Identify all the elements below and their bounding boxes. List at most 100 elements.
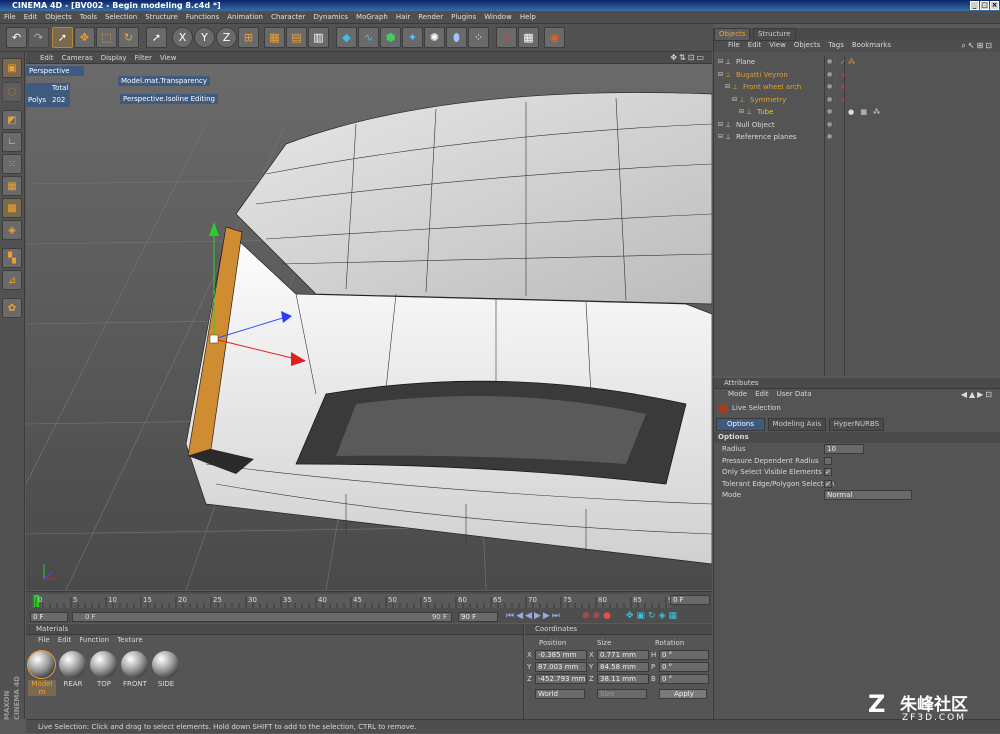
expand-icon[interactable]: ⊟ — [739, 106, 744, 118]
menu-mograph[interactable]: MoGraph — [352, 11, 392, 24]
menu-file[interactable]: File — [0, 11, 20, 24]
redo-icon[interactable]: ↷ — [28, 27, 49, 48]
undo-icon[interactable]: ↶ — [6, 27, 27, 48]
object-name[interactable]: Reference planes — [736, 131, 797, 143]
material-preview[interactable] — [28, 651, 55, 678]
materials-menu-function[interactable]: Function — [75, 635, 113, 646]
objects-menu-edit[interactable]: Edit — [744, 40, 766, 51]
visibility-dots-icon[interactable]: ● ⁚ — [827, 81, 836, 93]
mode-dropdown[interactable]: Normal — [824, 490, 912, 500]
attributes-menu-user-data[interactable]: User Data — [773, 389, 816, 400]
record-keys-icons[interactable]: ⊗⊛● — [582, 611, 614, 621]
visibility-dots-icon[interactable]: ● ⁚ — [827, 69, 836, 81]
tweak-mode-icon[interactable]: ◈ — [2, 220, 22, 240]
playback-controls[interactable]: ⏮◀◀▶▶⏭ — [506, 611, 562, 621]
web-icon[interactable]: ◉ — [544, 27, 565, 48]
size-field[interactable]: 84.58 mm — [597, 662, 649, 672]
apply-button[interactable]: Apply — [659, 689, 707, 699]
object-row[interactable]: ⊟ ⊥ Plane ● ⁚ ✓ ⁂ — [714, 56, 1000, 68]
rotation-field[interactable]: 0 ° — [659, 674, 709, 684]
menu-animation[interactable]: Animation — [223, 11, 267, 24]
layers-icon[interactable]: ▦ — [518, 27, 539, 48]
material-preview[interactable] — [121, 651, 148, 678]
minimize-button[interactable]: _ — [970, 1, 979, 10]
object-name[interactable]: Front wheel arch — [743, 81, 801, 93]
attribute-checkbox[interactable]: ✓ — [824, 479, 832, 488]
attributes-nav-icons[interactable]: ◀▲▶⊡ — [961, 390, 994, 399]
light-icon[interactable]: ⬮ — [446, 27, 467, 48]
objects-menu-bookmarks[interactable]: Bookmarks — [848, 40, 895, 51]
disabled-x-icon[interactable]: × — [840, 81, 846, 93]
viewport-menu-view[interactable]: View — [156, 52, 181, 64]
visibility-dots-icon[interactable]: ● ⁚ — [827, 56, 836, 68]
menu-render[interactable]: Render — [414, 11, 447, 24]
expand-icon[interactable]: ⊟ — [718, 119, 723, 131]
cube-icon[interactable]: ◆ — [336, 27, 357, 48]
objects-menu-view[interactable]: View — [765, 40, 790, 51]
particle-icon[interactable]: ⁘ — [468, 27, 489, 48]
viewport-scene[interactable] — [26, 64, 712, 590]
live-selection-icon[interactable]: ➚ — [52, 27, 73, 48]
last-tool-icon[interactable]: ➚ — [146, 27, 167, 48]
objects-menu-file[interactable]: File — [724, 40, 744, 51]
material-preview[interactable] — [152, 651, 179, 678]
frame-range-slider[interactable]: 0 F 90 F — [72, 612, 452, 622]
menu-dynamics[interactable]: Dynamics — [310, 11, 353, 24]
menu-character[interactable]: Character — [267, 11, 310, 24]
edges-mode-icon[interactable]: ▦ — [2, 176, 22, 196]
key-options-icons[interactable]: ✥▣↻◈▦ — [626, 611, 680, 621]
start-frame-field[interactable]: 0 F — [30, 612, 68, 622]
object-row[interactable]: ⊟ ⊥ Bugatti Veyron ● ⁚ × — [714, 69, 1000, 81]
object-mode-icon[interactable]: ⬡ — [2, 82, 22, 102]
object-name[interactable]: Plane — [736, 56, 755, 68]
material-preview[interactable] — [59, 651, 86, 678]
disabled-x-icon[interactable]: × — [840, 94, 846, 106]
move-icon[interactable]: ✥ — [74, 27, 95, 48]
menu-window[interactable]: Window — [480, 11, 516, 24]
menu-help[interactable]: Help — [516, 11, 540, 24]
snap-icon[interactable]: ▚ — [2, 248, 22, 268]
visibility-dots-icon[interactable]: ● ⁚ — [827, 106, 836, 118]
rotation-field[interactable]: 0 ° — [659, 650, 709, 660]
tab-options[interactable]: Options — [716, 418, 766, 431]
object-row[interactable]: ⊟ ⊥ Symmetry ● ⁚ × — [714, 94, 1000, 106]
materials-menu-edit[interactable]: Edit — [54, 635, 76, 646]
tab-hypernurbs[interactable]: HyperNURBS — [828, 418, 885, 431]
viewport-menu-edit[interactable]: Edit — [36, 52, 58, 64]
workplane-icon[interactable]: ⊿ — [2, 270, 22, 290]
perspective-viewport[interactable]: Edit Cameras Display Filter View ✥⇅⊡▭ Perspe… — [26, 52, 712, 590]
x-axis-icon[interactable]: X — [172, 27, 193, 48]
points-mode-icon[interactable]: ⁙ — [2, 154, 22, 174]
menu-edit[interactable]: Edit — [20, 11, 42, 24]
tag-icon[interactable]: ⁂ — [848, 56, 855, 68]
material-tags-icon[interactable]: ● ▦ ⁂ — [848, 106, 882, 118]
menu-plugins[interactable]: Plugins — [447, 11, 480, 24]
rotation-field[interactable]: 0 ° — [659, 662, 709, 672]
visibility-dots-icon[interactable]: ● ⁚ — [827, 94, 836, 106]
viewport-menu-filter[interactable]: Filter — [131, 52, 156, 64]
object-name[interactable]: Bugatti Veyron — [736, 69, 788, 81]
objects-menu-objects[interactable]: Objects — [790, 40, 824, 51]
attribute-checkbox[interactable] — [824, 456, 832, 465]
menu-selection[interactable]: Selection — [101, 11, 141, 24]
spline-icon[interactable]: ∿ — [358, 27, 379, 48]
axis-mode-icon[interactable]: ∟ — [2, 132, 22, 152]
object-row[interactable]: ⊟ ⊥ Tube ● ⁚ ● ▦ ⁂ — [714, 106, 1000, 118]
object-manager-nav-icons[interactable]: ⌕↖⊞⊡ — [961, 41, 994, 51]
world-coords-icon[interactable]: ⊞ — [238, 27, 259, 48]
polygons-mode-icon[interactable]: ▩ — [2, 198, 22, 218]
enabled-check-icon[interactable]: ✓ — [840, 56, 846, 68]
size-field[interactable]: 0.771 mm — [597, 650, 649, 660]
position-field[interactable]: -0.385 mm — [535, 650, 587, 660]
attributes-menu-mode[interactable]: Mode — [724, 389, 751, 400]
scale-icon[interactable]: ⬚ — [96, 27, 117, 48]
object-name[interactable]: Tube — [757, 106, 773, 118]
timeline-ruler[interactable]: 051015202530354045505560657075808590 — [32, 594, 672, 608]
expand-icon[interactable]: ⊟ — [718, 56, 723, 68]
render-picture-viewer-icon[interactable]: ▤ — [286, 27, 307, 48]
deformer-icon[interactable]: ✦ — [402, 27, 423, 48]
expand-icon[interactable]: ⊟ — [732, 94, 737, 106]
model-mode-icon[interactable]: ▣ — [2, 58, 22, 78]
disabled-x-icon[interactable]: × — [840, 69, 846, 81]
materials-menu-texture[interactable]: Texture — [113, 635, 147, 646]
